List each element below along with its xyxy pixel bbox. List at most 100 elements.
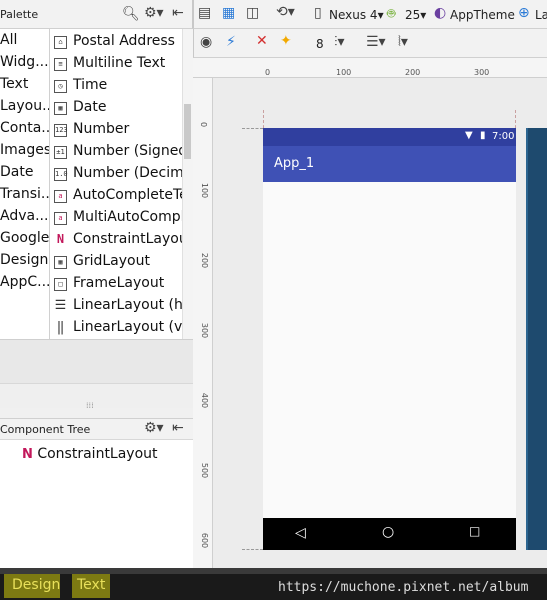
orientation-icon[interactable]: ⟲▾	[276, 4, 295, 20]
palette-item-postal-address[interactable]: ⌂ Postal Address	[50, 32, 182, 54]
palette-categories: All Widg... Text Layou... Conta... Image…	[0, 29, 50, 339]
clear-constraints-icon[interactable]: ✕	[256, 33, 268, 49]
hide-panel-icon[interactable]: ⇤	[172, 420, 184, 436]
palette-scrollbar-thumb[interactable]	[184, 104, 191, 159]
palette-item-frame-layout[interactable]: □ FrameLayout	[50, 274, 182, 296]
palette-item-label: LinearLayout (horizontal)	[73, 297, 182, 313]
default-margin[interactable]: 8	[316, 37, 324, 51]
infer-constraints-icon[interactable]: ✦	[280, 33, 292, 49]
gear-icon[interactable]: ⚙▾	[144, 5, 164, 21]
palette-item-label: ConstraintLayout	[73, 231, 182, 247]
ruler-tick: 600	[200, 532, 210, 549]
blueprint-view-icon[interactable]: ▦	[222, 5, 235, 21]
palette-item-constraint-layout[interactable]: N ConstraintLayout	[50, 230, 182, 252]
multiauto-icon: a	[54, 212, 67, 225]
palette-scrollbar[interactable]	[182, 29, 193, 339]
palette-preview-area	[0, 339, 193, 383]
category-transitions[interactable]: Transi...	[0, 186, 49, 202]
palette-item-number[interactable]: 123 Number	[50, 120, 182, 142]
ruler-left: 0 100 200 300 400 500 600	[193, 78, 213, 568]
watermark: https://muchone.pixnet.net/album	[278, 580, 529, 595]
eye-icon[interactable]: ◉	[200, 34, 212, 50]
constraint-layout-icon: N	[22, 447, 33, 462]
android-icon[interactable]: 🤖︎	[387, 4, 395, 24]
drag-handle-icon[interactable]: ⁞⁞⁞	[86, 401, 94, 410]
status-time: 7:00	[492, 131, 515, 142]
palette-item-autocomplete[interactable]: a AutoCompleteTextView	[50, 186, 182, 208]
guide-line	[242, 128, 263, 129]
palette-item-label: LinearLayout (vertical)	[73, 319, 182, 335]
both-views-icon[interactable]: ◫	[246, 5, 259, 21]
category-date[interactable]: Date	[0, 164, 33, 180]
palette-header: Palette 🔍︎ ⚙▾ ⇤	[0, 0, 193, 29]
grid-layout-icon: ▦	[54, 256, 67, 269]
recents-icon: □	[469, 524, 481, 538]
palette-item-number-signed[interactable]: ±1 Number (Signed)	[50, 142, 182, 164]
multiline-icon: ≡	[54, 58, 67, 71]
device-icon[interactable]: ▯	[314, 5, 322, 21]
palette-item-label: FrameLayout	[73, 275, 165, 291]
autocomplete-icon: a	[54, 190, 67, 203]
palette-item-label: Number	[73, 121, 130, 137]
locale-selector[interactable]: La	[535, 8, 547, 22]
category-text[interactable]: Text	[0, 76, 28, 92]
palette-item-date[interactable]: ▦ Date	[50, 98, 182, 120]
device-label: Nexus 4	[329, 8, 378, 22]
globe-icon[interactable]: ⊕	[518, 5, 530, 21]
category-widgets[interactable]: Widg...	[0, 54, 49, 70]
pack-icon[interactable]: ⫶▾	[334, 34, 345, 50]
palette-item-linear-layout-vertical[interactable]: ‖ LinearLayout (vertical)	[50, 318, 182, 339]
device-screen[interactable]	[263, 128, 516, 550]
linear-layout-h-icon: ☰	[54, 298, 67, 313]
design-view-icon[interactable]: ▤	[198, 5, 211, 21]
tree-item-constraint-layout[interactable]: N ConstraintLayout	[22, 446, 158, 462]
theme-icon[interactable]: ◐	[434, 5, 446, 21]
tab-design[interactable]: Design	[4, 574, 60, 598]
palette-item-label: Number (Signed)	[73, 143, 182, 159]
home-icon: ○	[382, 524, 395, 540]
palette-item-time[interactable]: ◷ Time	[50, 76, 182, 98]
status-bar: ▼ ▮	[263, 128, 516, 146]
component-tree-title: Component Tree	[0, 423, 91, 436]
align-icon[interactable]: ☰▾	[366, 34, 386, 50]
palette-item-linear-layout-horizontal[interactable]: ☰ LinearLayout (horizontal)	[50, 296, 182, 318]
category-advanced[interactable]: Adva...	[0, 208, 48, 224]
palette-item-multiline-text[interactable]: ≡ Multiline Text	[50, 54, 182, 76]
palette-item-number-decimal[interactable]: 1.0 Number (Decimal)	[50, 164, 182, 186]
palette-item-label: Time	[73, 77, 108, 93]
linear-layout-v-icon: ‖	[54, 321, 67, 335]
api-label: 25	[405, 8, 421, 22]
ruler-tick: 300	[200, 322, 210, 339]
palette-item-multiautocomplete[interactable]: a MultiAutoCompleteTextView	[50, 208, 182, 230]
category-design[interactable]: Design	[0, 252, 48, 268]
ruler-tick: 300	[474, 68, 490, 77]
palette-item-label: AutoCompleteTextView	[73, 187, 182, 203]
search-icon[interactable]: 🔍︎	[122, 6, 140, 22]
palette-item-grid-layout[interactable]: ▦ GridLayout	[50, 252, 182, 274]
component-tree-header: Component Tree ⚙▾ ⇤	[0, 418, 193, 440]
wifi-icon: ▼	[465, 130, 473, 141]
theme-selector[interactable]: AppTheme	[450, 8, 515, 22]
autoconnect-icon[interactable]: ⚡	[226, 34, 236, 50]
back-icon: ◁	[295, 525, 306, 541]
panel-splitter[interactable]: ⁞⁞⁞	[0, 383, 193, 410]
hide-panel-icon[interactable]: ⇤	[172, 5, 184, 21]
device-selector[interactable]: Nexus 4▾	[329, 8, 384, 22]
gear-icon[interactable]: ⚙▾	[144, 420, 164, 436]
tab-text[interactable]: Text	[72, 574, 110, 598]
palette-item-label: Number (Decimal)	[73, 165, 182, 181]
ruler-tick: 0	[265, 68, 271, 77]
guidelines-icon[interactable]: ⦚▾	[398, 34, 408, 50]
blueprint-preview[interactable]	[526, 128, 547, 550]
category-layouts[interactable]: Layou...	[0, 98, 49, 114]
ruler-tick: 200	[200, 252, 210, 269]
battery-icon: ▮	[480, 130, 486, 141]
ruler-tick: 100	[336, 68, 352, 77]
palette-title: Palette	[0, 8, 39, 21]
category-images[interactable]: Images	[0, 142, 49, 158]
category-containers[interactable]: Conta...	[0, 120, 49, 136]
category-appcompat[interactable]: AppC...	[0, 274, 49, 290]
category-all[interactable]: All	[0, 32, 17, 48]
api-selector[interactable]: 25▾	[405, 8, 426, 22]
category-google[interactable]: Google	[0, 230, 49, 246]
